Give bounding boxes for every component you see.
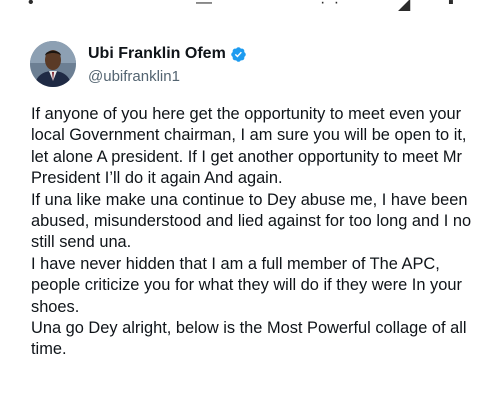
cropped-previous-content: • — · · ◢ ▪ <box>0 0 480 26</box>
author-name-row: Ubi Franklin Ofem <box>88 43 247 65</box>
cropped-glyph: — <box>196 0 214 11</box>
tweet-paragraph: If una like make una continue to Dey abu… <box>31 190 472 252</box>
cropped-glyph: ▪ <box>448 0 456 11</box>
author-handle[interactable]: @ubifranklin1 <box>88 68 247 85</box>
tweet-paragraph: If anyone of you here get the opportunit… <box>31 105 467 188</box>
tweet-paragraph: I have never hidden that I am a full mem… <box>31 254 462 316</box>
avatar[interactable] <box>30 41 76 87</box>
cropped-glyph: • <box>28 0 36 11</box>
tweet-text: If anyone of you here get the opportunit… <box>31 104 477 361</box>
verified-badge-icon <box>230 46 247 63</box>
tweet-header: Ubi Franklin Ofem @ubifranklin1 <box>30 40 247 88</box>
tweet-paragraph: Una go Dey alright, below is the Most Po… <box>31 319 467 359</box>
cropped-glyph: ◢ <box>398 0 413 13</box>
cropped-glyph: · · <box>320 0 342 11</box>
profile-photo-icon <box>30 41 76 87</box>
author-display-name[interactable]: Ubi Franklin Ofem <box>88 45 226 63</box>
author-info: Ubi Franklin Ofem @ubifranklin1 <box>88 43 247 85</box>
